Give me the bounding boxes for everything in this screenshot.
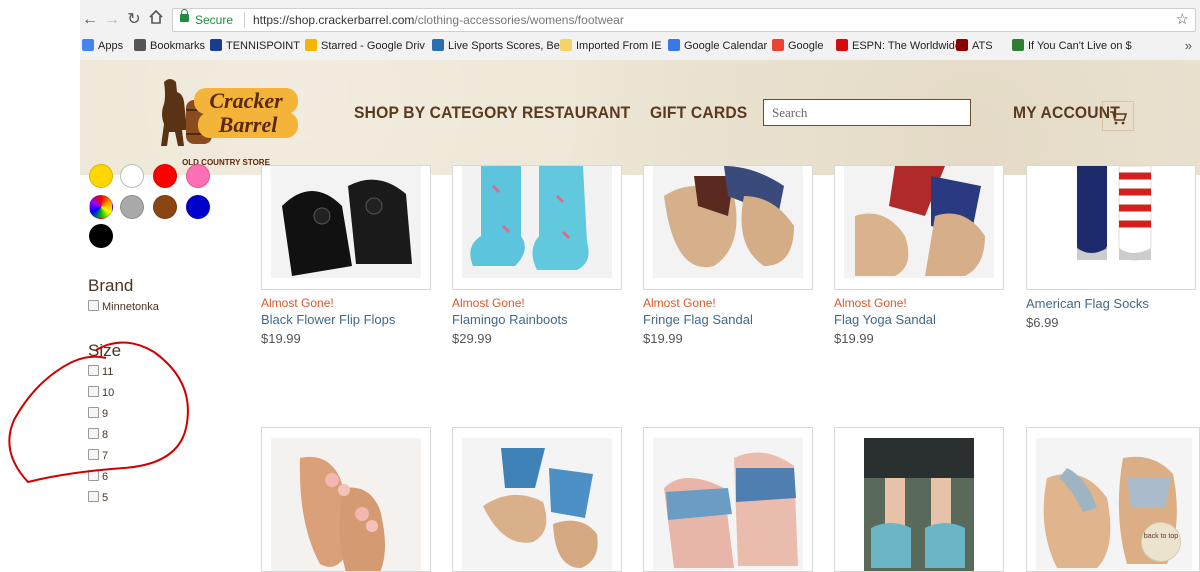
bookmark-item[interactable]: ESPN: The Worldwide bbox=[836, 38, 961, 54]
checkbox[interactable] bbox=[88, 491, 99, 502]
bookmark-favicon-icon bbox=[210, 39, 222, 51]
color-swatch[interactable] bbox=[120, 195, 144, 219]
bookmark-item[interactable]: Live Sports Scores, Be bbox=[432, 38, 560, 54]
bookmark-favicon-icon bbox=[836, 39, 848, 51]
bookmark-item[interactable]: Google Calendar bbox=[668, 38, 767, 54]
product-price: $19.99 bbox=[834, 331, 874, 346]
bookmark-item[interactable]: Google bbox=[772, 38, 823, 54]
product-name-link[interactable]: Black Flower Flip Flops bbox=[261, 312, 395, 327]
checkbox[interactable] bbox=[88, 300, 99, 311]
bookmark-favicon-icon bbox=[956, 39, 968, 51]
product-name-link[interactable]: Flag Yoga Sandal bbox=[834, 312, 936, 327]
product-price: $19.99 bbox=[643, 331, 683, 346]
home-icon[interactable] bbox=[146, 9, 166, 30]
bookmark-item[interactable]: ATS bbox=[956, 38, 993, 54]
product-name-link[interactable]: Fringe Flag Sandal bbox=[643, 312, 753, 327]
back-to-top-button[interactable]: back to top bbox=[1141, 522, 1181, 562]
color-swatch[interactable] bbox=[153, 195, 177, 219]
product-image-turquoise-sandal[interactable] bbox=[834, 427, 1004, 572]
color-swatch[interactable] bbox=[186, 195, 210, 219]
color-swatch[interactable] bbox=[120, 164, 144, 188]
product-image-striped-slide[interactable] bbox=[643, 427, 813, 572]
back-arrow-icon[interactable]: ← bbox=[80, 10, 100, 30]
bookmark-item[interactable]: Bookmarks bbox=[134, 38, 205, 54]
logo-line2: Barrel bbox=[218, 112, 279, 137]
bookmark-item[interactable]: Starred - Google Driv bbox=[305, 38, 425, 54]
product-price: $6.99 bbox=[1026, 315, 1059, 330]
almost-gone-badge: Almost Gone! bbox=[643, 296, 716, 310]
forward-arrow-icon[interactable]: → bbox=[102, 10, 122, 30]
bookmark-favicon-icon bbox=[82, 39, 94, 51]
address-bar[interactable]: Secure https://shop.crackerbarrel.com/cl… bbox=[172, 8, 1196, 32]
search-input[interactable] bbox=[763, 99, 971, 126]
bookmark-label: Google bbox=[788, 40, 824, 52]
product-image[interactable] bbox=[452, 165, 622, 290]
bookmark-star-icon[interactable]: ☆ bbox=[1176, 10, 1189, 28]
bookmark-item[interactable]: If You Can't Live on $ bbox=[1012, 38, 1132, 54]
bookmark-label: Bookmarks bbox=[150, 40, 206, 52]
annotation-circle bbox=[8, 341, 189, 484]
product-image[interactable] bbox=[643, 165, 813, 290]
bookmark-favicon-icon bbox=[305, 39, 317, 51]
bookmark-label: ATS bbox=[972, 40, 993, 52]
color-swatch[interactable] bbox=[153, 164, 177, 188]
product-image-pink-flower-sandal[interactable] bbox=[261, 427, 431, 572]
nav-restaurant[interactable]: RESTAURANT bbox=[522, 103, 630, 123]
product-image[interactable] bbox=[261, 165, 431, 290]
nav-shop-by-category[interactable]: SHOP BY CATEGORY bbox=[354, 103, 518, 123]
product-image[interactable] bbox=[1026, 165, 1196, 290]
product-image[interactable] bbox=[834, 165, 1004, 290]
secure-label: Secure bbox=[195, 13, 234, 27]
product-name-link[interactable]: American Flag Socks bbox=[1026, 296, 1149, 311]
cart-icon bbox=[1110, 111, 1128, 125]
bookmark-label: ESPN: The Worldwide bbox=[852, 40, 962, 52]
cracker-barrel-logo[interactable]: Cracker Barrel OLD COUNTRY STORE bbox=[146, 72, 306, 168]
bookmark-item[interactable]: TENNISPOINT bbox=[210, 38, 300, 54]
bookmark-label: Live Sports Scores, Be bbox=[448, 40, 560, 52]
more-bookmarks-icon[interactable]: » bbox=[1185, 38, 1192, 53]
logo-line1: Cracker bbox=[209, 88, 283, 113]
almost-gone-badge: Almost Gone! bbox=[452, 296, 525, 310]
color-swatch[interactable] bbox=[89, 195, 113, 219]
bookmark-favicon-icon bbox=[1012, 39, 1024, 51]
product-price: $29.99 bbox=[452, 331, 492, 346]
product-image-blue-wrap-sandal[interactable] bbox=[452, 427, 622, 572]
bookmark-item[interactable]: Imported From IE bbox=[560, 38, 662, 54]
bookmark-favicon-icon bbox=[432, 39, 444, 51]
bookmark-label: Apps bbox=[98, 40, 124, 52]
reload-icon[interactable]: ↻ bbox=[124, 10, 144, 30]
lock-icon bbox=[180, 9, 189, 22]
almost-gone-badge: Almost Gone! bbox=[834, 296, 907, 310]
bookmarks-bar: Apps Bookmarks TENNISPOINT Starred - Google… bbox=[80, 36, 1200, 56]
size-option[interactable]: 5 bbox=[88, 491, 108, 504]
bookmark-label: Imported From IE bbox=[576, 40, 662, 52]
product-name-link[interactable]: Flamingo Rainboots bbox=[452, 312, 568, 327]
browser-chrome: ← → ↻ Secure https://shop.crackerbarrel.… bbox=[80, 0, 1200, 61]
cart-button[interactable] bbox=[1102, 101, 1134, 131]
color-swatch[interactable] bbox=[89, 164, 113, 188]
bookmark-label: Google Calendar bbox=[684, 40, 768, 52]
color-swatch[interactable] bbox=[89, 224, 113, 248]
bookmark-favicon-icon bbox=[134, 39, 146, 51]
bookmark-item[interactable]: Apps bbox=[82, 38, 123, 54]
bookmark-label: Starred - Google Driv bbox=[321, 40, 425, 52]
bookmark-favicon-icon bbox=[668, 39, 680, 51]
product-price: $19.99 bbox=[261, 331, 301, 346]
site-header: Cracker Barrel OLD COUNTRY STORE SHOP BY… bbox=[80, 60, 1200, 175]
almost-gone-badge: Almost Gone! bbox=[261, 296, 334, 310]
brand-filter-title: Brand bbox=[88, 276, 134, 295]
color-swatch[interactable] bbox=[186, 164, 210, 188]
url-text: https://shop.crackerbarrel.com/clothing-… bbox=[253, 13, 624, 27]
bookmark-favicon-icon bbox=[772, 39, 784, 51]
brand-option[interactable]: Minnetonka bbox=[88, 300, 159, 313]
bookmark-label: TENNISPOINT bbox=[226, 40, 300, 52]
nav-gift-cards[interactable]: GIFT CARDS bbox=[650, 103, 747, 123]
bookmark-label: If You Can't Live on $ bbox=[1028, 40, 1132, 52]
bookmark-favicon-icon bbox=[560, 39, 572, 51]
